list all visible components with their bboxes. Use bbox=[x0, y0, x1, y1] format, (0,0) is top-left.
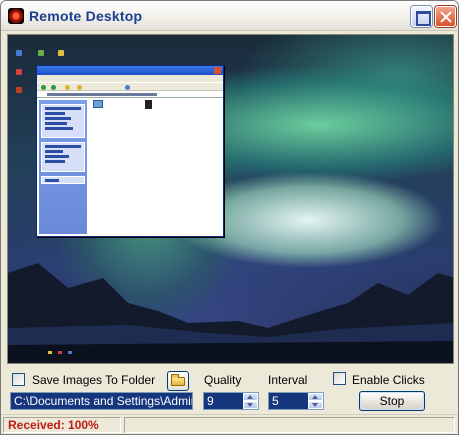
arrow-up-icon[interactable] bbox=[243, 393, 258, 401]
folder-icon[interactable] bbox=[93, 100, 103, 108]
interval-spin-buttons bbox=[308, 393, 323, 409]
desktop-icon[interactable] bbox=[58, 50, 64, 56]
file-icon[interactable] bbox=[145, 100, 152, 109]
save-images-label: Save Images To Folder bbox=[32, 373, 156, 387]
status-pane-empty bbox=[124, 417, 455, 433]
remote-window-taskpane bbox=[39, 100, 87, 234]
folder-open-icon bbox=[171, 374, 185, 386]
browse-folder-button[interactable] bbox=[167, 371, 189, 391]
save-images-checkbox[interactable] bbox=[12, 373, 25, 386]
stop-button[interactable]: Stop bbox=[359, 391, 425, 411]
interval-label: Interval bbox=[268, 373, 308, 387]
close-icon bbox=[214, 67, 221, 74]
desktop-icon[interactable] bbox=[16, 87, 22, 93]
enable-clicks-label: Enable Clicks bbox=[352, 373, 425, 387]
remote-desktop-window: Remote Desktop Save Images To Folder Qua… bbox=[0, 0, 459, 435]
remote-desktop-icon bbox=[8, 8, 24, 24]
arrow-down-icon[interactable] bbox=[308, 401, 323, 409]
desktop-icon[interactable] bbox=[16, 50, 22, 56]
desktop-icon[interactable] bbox=[16, 69, 22, 75]
quality-value: 9 bbox=[207, 394, 214, 408]
title-bar[interactable]: Remote Desktop bbox=[1, 1, 458, 31]
window-title: Remote Desktop bbox=[29, 8, 143, 24]
remote-explorer-window[interactable] bbox=[36, 65, 224, 237]
folder-path-input[interactable]: C:\Documents and Settings\Administ bbox=[10, 392, 193, 410]
arrow-down-icon[interactable] bbox=[243, 401, 258, 409]
desktop-icon[interactable] bbox=[38, 50, 44, 56]
controls-panel: Save Images To Folder Quality Interval E… bbox=[1, 367, 458, 413]
quality-spin-buttons bbox=[243, 393, 258, 409]
arrow-up-icon[interactable] bbox=[308, 393, 323, 401]
enable-clicks-checkbox[interactable] bbox=[333, 372, 346, 385]
maximize-button[interactable] bbox=[411, 6, 432, 27]
quality-spinner[interactable]: 9 bbox=[203, 392, 259, 410]
interval-spinner[interactable]: 5 bbox=[268, 392, 324, 410]
remote-window-menubar bbox=[37, 75, 223, 82]
remote-screen-view[interactable] bbox=[7, 34, 454, 364]
remote-window-toolbar bbox=[37, 82, 223, 91]
status-bar: Received: 100% bbox=[1, 414, 458, 434]
quality-label: Quality bbox=[204, 373, 242, 387]
interval-value: 5 bbox=[272, 394, 279, 408]
remote-window-addressbar bbox=[37, 91, 223, 98]
remote-window-titlebar bbox=[37, 66, 223, 75]
close-button[interactable] bbox=[435, 6, 456, 27]
status-text: Received: 100% bbox=[3, 417, 121, 433]
desktop-wallpaper-mountains bbox=[8, 263, 453, 363]
